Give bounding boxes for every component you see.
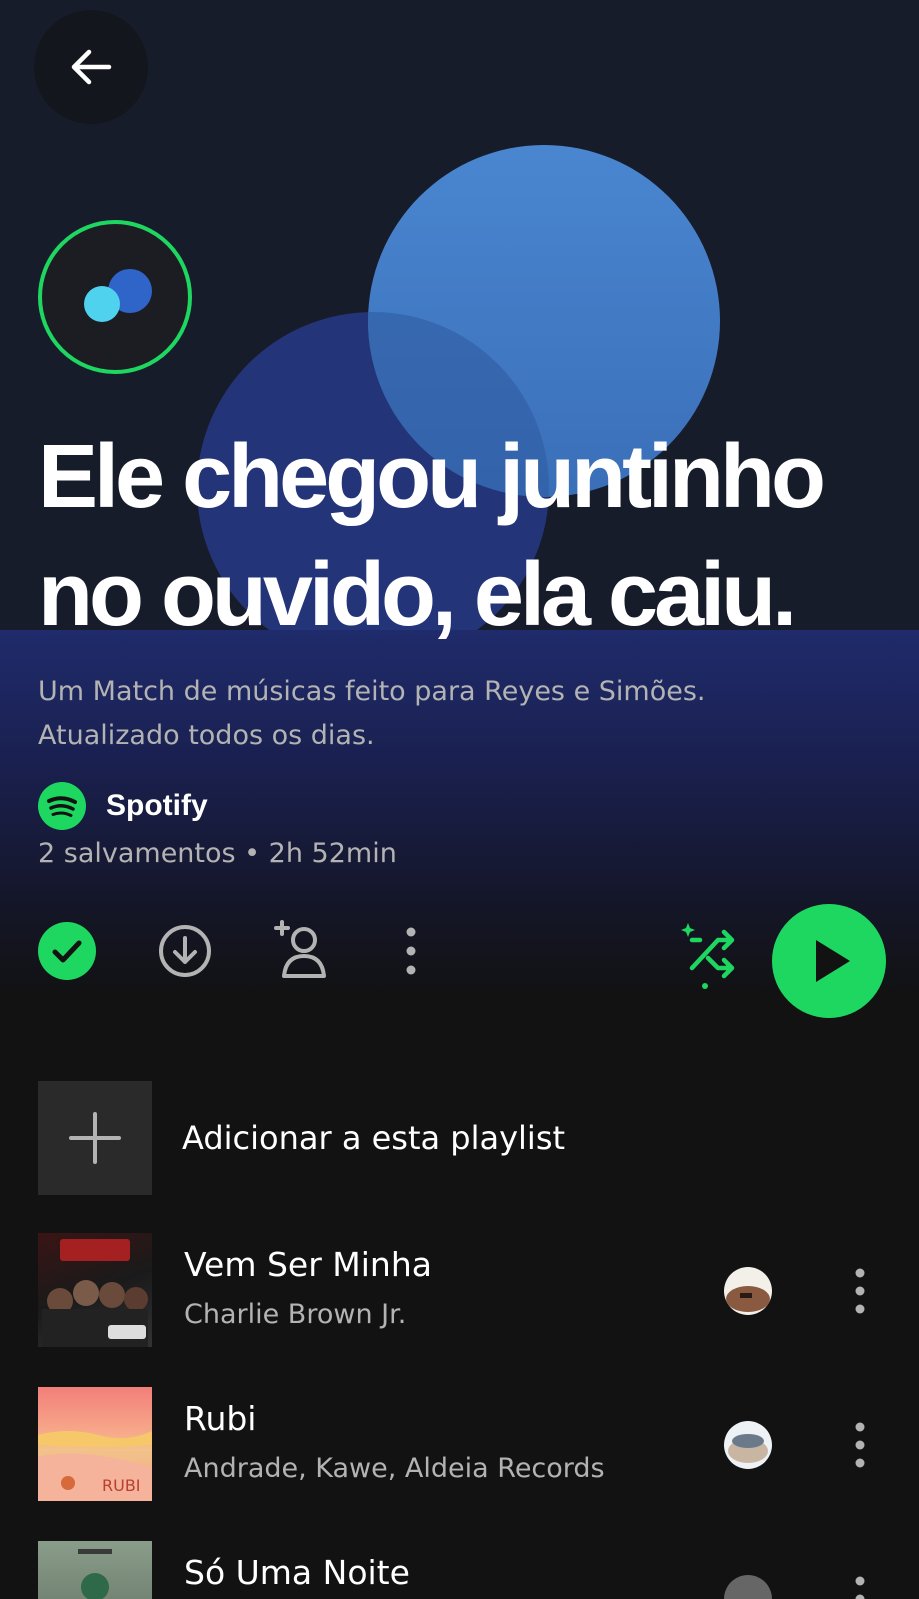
add-user-icon	[274, 920, 326, 978]
blend-icon	[38, 220, 192, 374]
spotify-logo-icon	[38, 782, 86, 830]
playlist-owner[interactable]: Spotify	[38, 782, 208, 830]
more-vertical-icon	[855, 1422, 865, 1468]
track-row[interactable]: Só Uma Noite	[38, 1541, 898, 1599]
track-title: Só Uma Noite	[184, 1553, 410, 1592]
avatar[interactable]	[724, 1267, 772, 1315]
svg-text:RUBI: RUBI	[102, 1476, 141, 1495]
more-vertical-icon	[406, 927, 416, 975]
check-circle-icon	[52, 940, 82, 963]
track-artist: Andrade, Kawe, Aldeia Records	[184, 1453, 605, 1484]
smart-shuffle-button[interactable]	[678, 918, 744, 992]
avatar[interactable]	[724, 1421, 772, 1469]
album-art: RUBI	[38, 1387, 152, 1501]
add-to-playlist-row[interactable]: Adicionar a esta playlist	[38, 1081, 898, 1195]
more-vertical-icon	[855, 1268, 865, 1314]
album-art	[38, 1233, 152, 1347]
playlist-title: Ele chegou juntinho no ouvido, ela caiu.	[38, 427, 826, 645]
smart-shuffle-icon	[681, 923, 735, 989]
more-vertical-icon	[855, 1576, 865, 1599]
track-artist: Charlie Brown Jr.	[184, 1299, 407, 1330]
track-title: Rubi	[184, 1399, 257, 1438]
description-line: Atualizado todos os dias.	[38, 720, 375, 751]
add-to-playlist-label: Adicionar a esta playlist	[182, 1119, 566, 1157]
invite-button[interactable]	[268, 918, 332, 982]
arrow-left-icon	[71, 49, 112, 85]
track-row[interactable]: RUBI Rubi Andrade, Kawe, Aldeia Records	[38, 1387, 898, 1501]
track-more-button[interactable]	[848, 1571, 872, 1599]
back-button[interactable]	[34, 10, 148, 124]
more-options-button[interactable]	[396, 920, 426, 982]
track-more-button[interactable]	[848, 1417, 872, 1473]
playlist-description: Um Match de músicas feito para Reyes e S…	[38, 670, 878, 758]
action-bar	[0, 900, 919, 1020]
track-row[interactable]: Vem Ser Minha Charlie Brown Jr.	[38, 1233, 898, 1347]
saved-button[interactable]	[38, 922, 96, 980]
playlist-meta: 2 salvamentos • 2h 52min	[38, 838, 397, 869]
plus-icon	[69, 1112, 121, 1164]
download-icon	[159, 925, 211, 977]
track-more-button[interactable]	[848, 1263, 872, 1319]
play-button[interactable]	[772, 904, 886, 1018]
description-line: Um Match de músicas feito para Reyes e S…	[38, 676, 706, 707]
album-art	[38, 1541, 152, 1599]
owner-name: Spotify	[106, 789, 208, 822]
avatar[interactable]	[724, 1575, 772, 1599]
play-icon	[816, 940, 850, 982]
add-tile	[38, 1081, 152, 1195]
track-title: Vem Ser Minha	[184, 1245, 432, 1284]
download-button[interactable]	[154, 920, 216, 982]
